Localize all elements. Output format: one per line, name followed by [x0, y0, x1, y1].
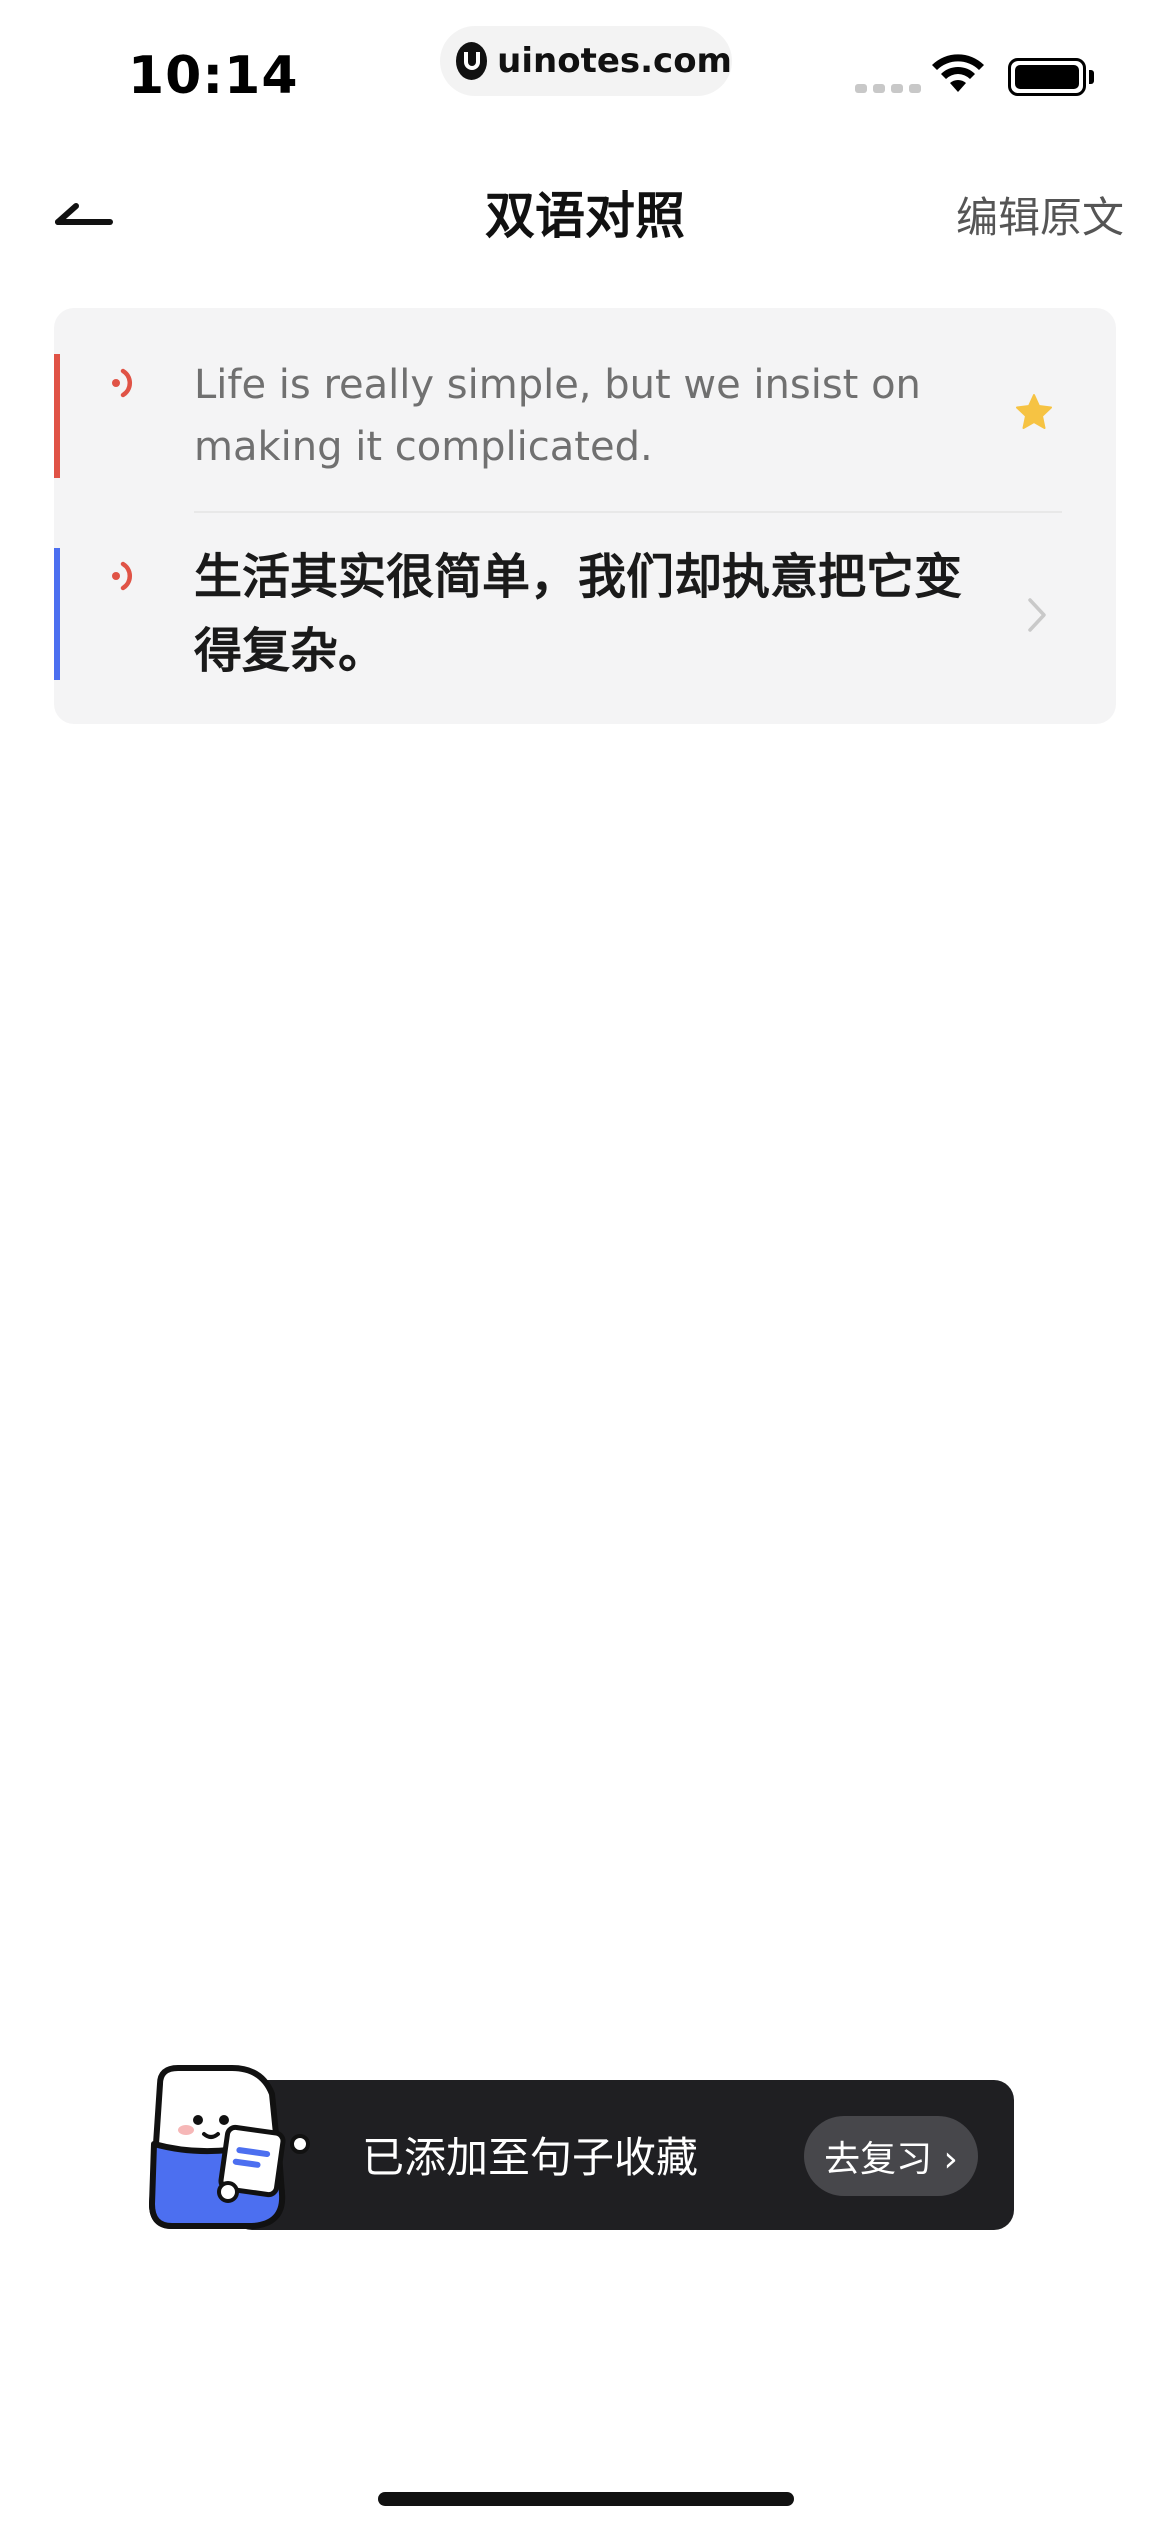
chevron-right-icon[interactable] — [1022, 590, 1052, 640]
cellular-signal-icon — [855, 84, 921, 93]
wifi-icon — [932, 54, 984, 92]
mascot-icon — [149, 2065, 310, 2229]
toast-message: 已添加至句子收藏 — [362, 2133, 699, 2182]
url-pill[interactable]: uinotes.com — [440, 26, 732, 96]
site-logo-icon — [456, 42, 488, 80]
english-sentence: Life is really simple, but we insist on … — [194, 362, 921, 470]
status-bar: 10:14 uinotes.com — [0, 0, 1170, 130]
star-icon[interactable] — [1012, 390, 1056, 434]
home-indicator — [378, 2492, 794, 2506]
edit-original-button[interactable]: 编辑原文 — [956, 184, 1124, 245]
nav-bar: 双语对照 编辑原文 — [0, 160, 1170, 260]
battery-icon — [1008, 58, 1086, 96]
chinese-sentence: 生活其实很简单，我们却执意把它变得复杂。 — [194, 549, 963, 679]
bilingual-card: Life is really simple, but we insist on … — [54, 308, 1116, 724]
collection-toast: 已添加至句子收藏 去复习 › — [132, 2065, 1014, 2230]
divider — [194, 511, 1062, 513]
speaker-icon[interactable] — [106, 360, 152, 406]
chinese-accent-bar — [54, 548, 60, 680]
speaker-icon[interactable] — [106, 553, 152, 599]
status-time: 10:14 — [128, 46, 299, 106]
battery-tip — [1089, 70, 1094, 84]
english-accent-bar — [54, 354, 60, 478]
url-text: uinotes.com — [497, 41, 732, 81]
review-button[interactable]: 去复习 › — [804, 2116, 978, 2196]
